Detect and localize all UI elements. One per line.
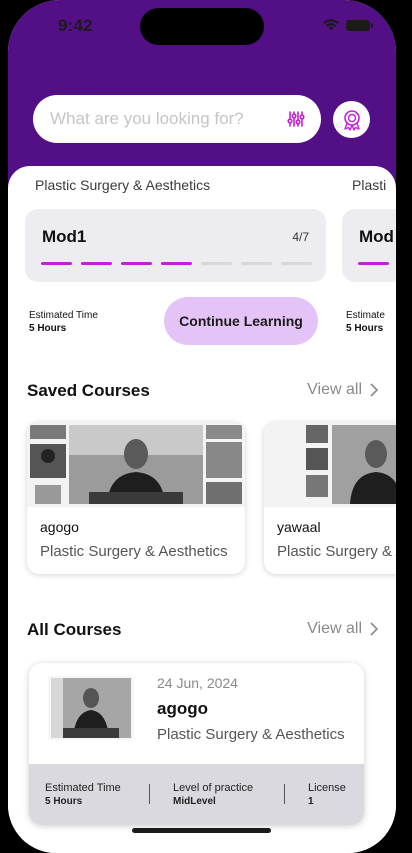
estimated-time-value: 5 Hours — [346, 323, 384, 334]
course-thumbnail — [48, 676, 134, 740]
level-of-practice: Level of practice MidLevel — [173, 782, 253, 808]
module-title: Mod1 — [42, 227, 87, 246]
module-title: Mod — [359, 227, 394, 246]
phone-frame: 9:42 What are you looking for? Plastic S… — [0, 0, 412, 853]
progress-segment — [161, 262, 192, 265]
module-count: 4/7 — [292, 230, 309, 244]
license: License 1 — [308, 782, 346, 808]
dynamic-island — [140, 8, 264, 45]
award-ribbon-icon — [343, 109, 360, 131]
divider — [284, 784, 285, 804]
view-all-label: View all — [307, 620, 362, 637]
estimated-time: Estimated Time 5 Hours — [45, 782, 121, 808]
course-date: 24 Jun, 2024 — [157, 675, 238, 691]
saved-course-card[interactable]: yawaal Plastic Surgery & Aesthetics — [264, 422, 396, 574]
license-value: 1 — [308, 796, 314, 807]
battery-icon — [346, 19, 373, 31]
level-value: MidLevel — [173, 796, 216, 807]
progress-segment — [281, 262, 312, 265]
chevron-right-icon — [370, 383, 378, 397]
award-button[interactable] — [333, 101, 370, 138]
course-meta-footer: Estimated Time 5 Hours Level of practice… — [29, 764, 364, 825]
estimated-time: Estimated Time 5 Hours — [29, 309, 98, 335]
progress-bar — [41, 262, 312, 265]
estimated-time-label: Estimated Time — [45, 782, 121, 794]
status-icons — [322, 19, 373, 31]
saved-course-card[interactable]: agogo Plastic Surgery & Aesthetics — [27, 422, 245, 574]
search-bar[interactable] — [33, 95, 321, 143]
estimated-time-value: 5 Hours — [45, 796, 83, 807]
saved-course-name: agogo — [40, 519, 79, 535]
saved-view-all-link[interactable]: View all — [307, 381, 378, 399]
status-time: 9:42 — [58, 16, 93, 35]
module-progress-card[interactable]: Mod — [342, 209, 396, 282]
progress-segment — [121, 262, 152, 265]
saved-courses-title: Saved Courses — [27, 381, 150, 400]
progress-segment — [358, 262, 389, 265]
progress-bar — [358, 262, 389, 265]
course-thumbnail — [27, 422, 245, 507]
sliders-icon[interactable] — [287, 110, 305, 128]
all-courses-title: All Courses — [27, 620, 122, 639]
saved-course-category: Plastic Surgery & Aesthetics — [277, 543, 396, 560]
progress-segment — [241, 262, 272, 265]
all-courses-view-all-link[interactable]: View all — [307, 620, 378, 638]
estimated-time-label: Estimate — [346, 310, 385, 321]
course-category: Plasti — [352, 177, 387, 193]
course-category: Plastic Surgery & Aesthetics — [157, 726, 345, 743]
estimated-time-label: Estimated Time — [29, 310, 98, 321]
progress-segment — [201, 262, 232, 265]
module-progress-card[interactable]: Mod1 4/7 — [25, 209, 326, 282]
course-thumbnail — [264, 422, 396, 507]
level-label: Level of practice — [173, 782, 254, 794]
saved-course-name: yawaal — [277, 519, 321, 535]
license-label: License — [308, 782, 346, 794]
estimated-time-value: 5 Hours — [29, 323, 67, 334]
course-category: Plastic Surgery & Aesthetics — [35, 177, 211, 193]
chevron-right-icon — [370, 622, 378, 636]
estimated-time: Estimate 5 Hours — [346, 309, 385, 335]
screen: 9:42 What are you looking for? Plastic S… — [8, 0, 396, 853]
progress-segment — [81, 262, 112, 265]
course-card[interactable]: 24 Jun, 2024 agogo Plastic Surgery & Aes… — [29, 663, 364, 825]
wifi-icon — [323, 19, 339, 31]
saved-course-category: Plastic Surgery & Aesthetics — [40, 543, 228, 560]
divider — [149, 784, 150, 804]
view-all-label: View all — [307, 381, 362, 398]
main-content: Plastic Surgery & Aesthetics Plasti Mod1… — [8, 166, 396, 853]
search-input[interactable] — [50, 109, 270, 129]
home-indicator[interactable] — [132, 828, 271, 833]
course-name: agogo — [157, 699, 208, 718]
continue-learning-button[interactable]: Continue Learning — [164, 297, 318, 345]
progress-segment — [41, 262, 72, 265]
